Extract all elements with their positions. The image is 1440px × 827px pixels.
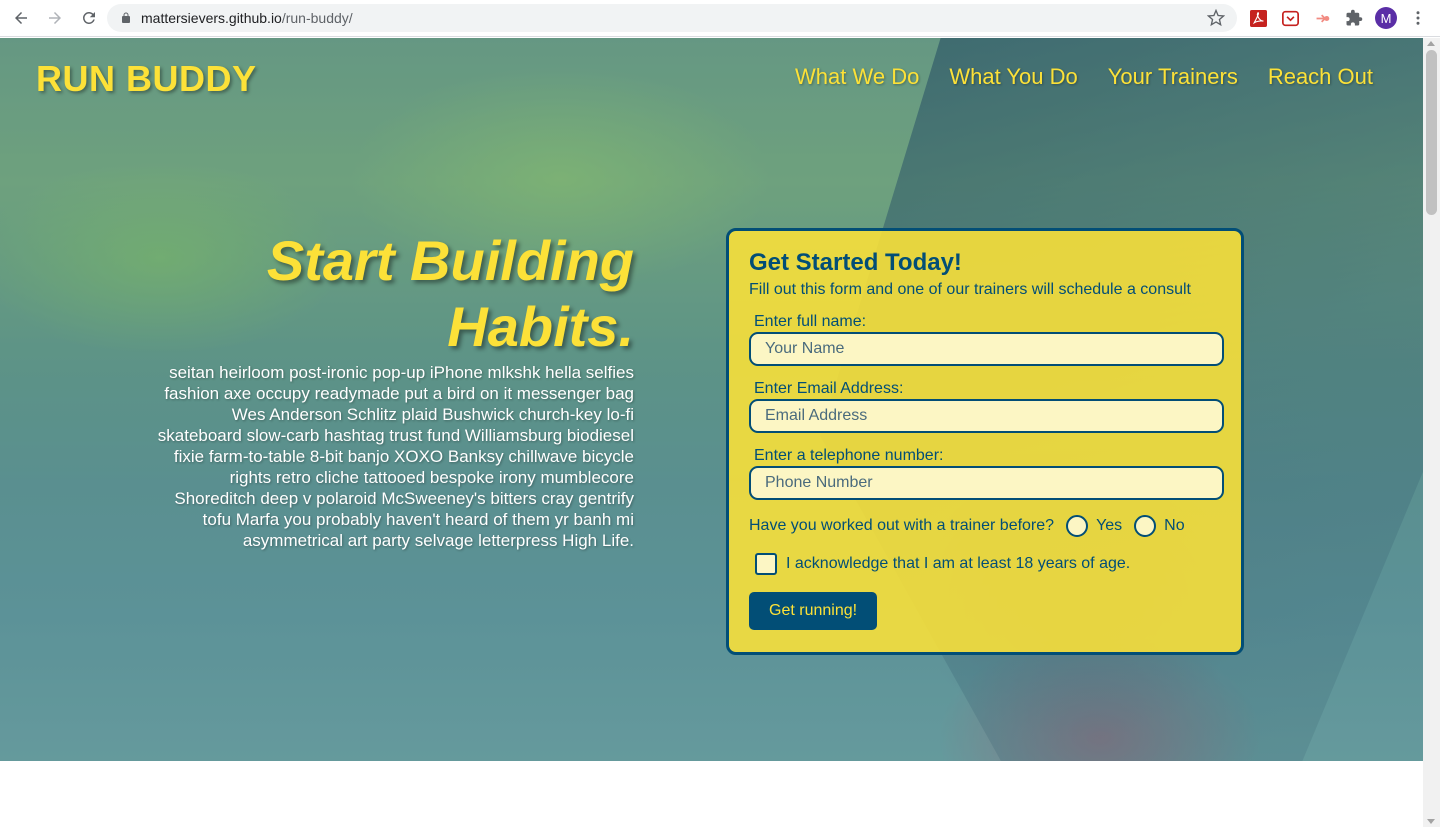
pocket-extension-icon[interactable] [1280, 8, 1300, 28]
scroll-down-arrow-icon[interactable] [1427, 819, 1435, 824]
form-title: Get Started Today! [749, 249, 962, 276]
hero-body-text: seitan heirloom post-ironic pop-up iPhon… [157, 363, 634, 550]
pdf-extension-icon[interactable] [1248, 8, 1268, 28]
hero-heading: Start Building Habits. [266, 229, 634, 358]
signup-form: Get Started Today! Fill out this form an… [726, 228, 1244, 655]
scroll-thumb[interactable] [1426, 50, 1437, 215]
radio-no-label: No [1164, 517, 1185, 534]
back-arrow-icon[interactable] [10, 7, 32, 29]
radio-yes-label: Yes [1096, 517, 1123, 534]
profile-avatar[interactable]: M [1375, 7, 1397, 29]
hero-intro: Start Building Habits. seitan heirloom po… [150, 228, 634, 551]
browser-toolbar: mattersievers.github.io/run-buddy/ M [0, 0, 1440, 37]
email-label: Enter Email Address: [754, 380, 904, 397]
browser-menu-icon[interactable] [1408, 8, 1428, 28]
nav-your-trainers[interactable]: Your Trainers [1108, 64, 1238, 90]
url-text: mattersievers.github.io/run-buddy/ [141, 10, 353, 26]
bookmark-star-icon[interactable] [1206, 8, 1226, 27]
cast-extension-icon[interactable] [1312, 8, 1332, 28]
age-ack-checkbox[interactable] [755, 553, 777, 575]
age-ack-label: I acknowledge that I am at least 18 year… [786, 555, 1131, 572]
reload-icon[interactable] [78, 7, 100, 29]
scroll-up-arrow-icon[interactable] [1427, 41, 1435, 46]
lock-icon [119, 11, 133, 25]
phone-label: Enter a telephone number: [754, 447, 944, 464]
phone-input[interactable] [749, 466, 1224, 500]
nav-reach-out[interactable]: Reach Out [1268, 64, 1373, 90]
email-input[interactable] [749, 399, 1224, 433]
main-nav: What We Do What You Do Your Trainers Rea… [795, 64, 1373, 90]
site-logo[interactable]: RUN BUDDY [36, 58, 257, 100]
name-label: Enter full name: [754, 313, 867, 330]
trainer-question-row: Have you worked out with a trainer befor… [749, 515, 1221, 537]
page-scrollbar[interactable] [1423, 38, 1440, 827]
extensions-puzzle-icon[interactable] [1344, 8, 1364, 28]
trainer-question-label: Have you worked out with a trainer befor… [749, 517, 1055, 534]
address-bar[interactable]: mattersievers.github.io/run-buddy/ [107, 4, 1237, 32]
submit-button[interactable]: Get running! [749, 592, 878, 630]
radio-no[interactable] [1134, 515, 1157, 537]
form-subtitle: Fill out this form and one of our traine… [749, 281, 1191, 298]
forward-arrow-icon[interactable] [44, 7, 66, 29]
nav-what-you-do[interactable]: What You Do [949, 64, 1077, 90]
name-input[interactable] [749, 332, 1224, 366]
age-ack-row: I acknowledge that I am at least 18 year… [755, 553, 1221, 575]
nav-what-we-do[interactable]: What We Do [795, 64, 919, 90]
radio-yes[interactable] [1066, 515, 1089, 537]
hero-section: RUN BUDDY What We Do What You Do Your Tr… [0, 38, 1423, 761]
